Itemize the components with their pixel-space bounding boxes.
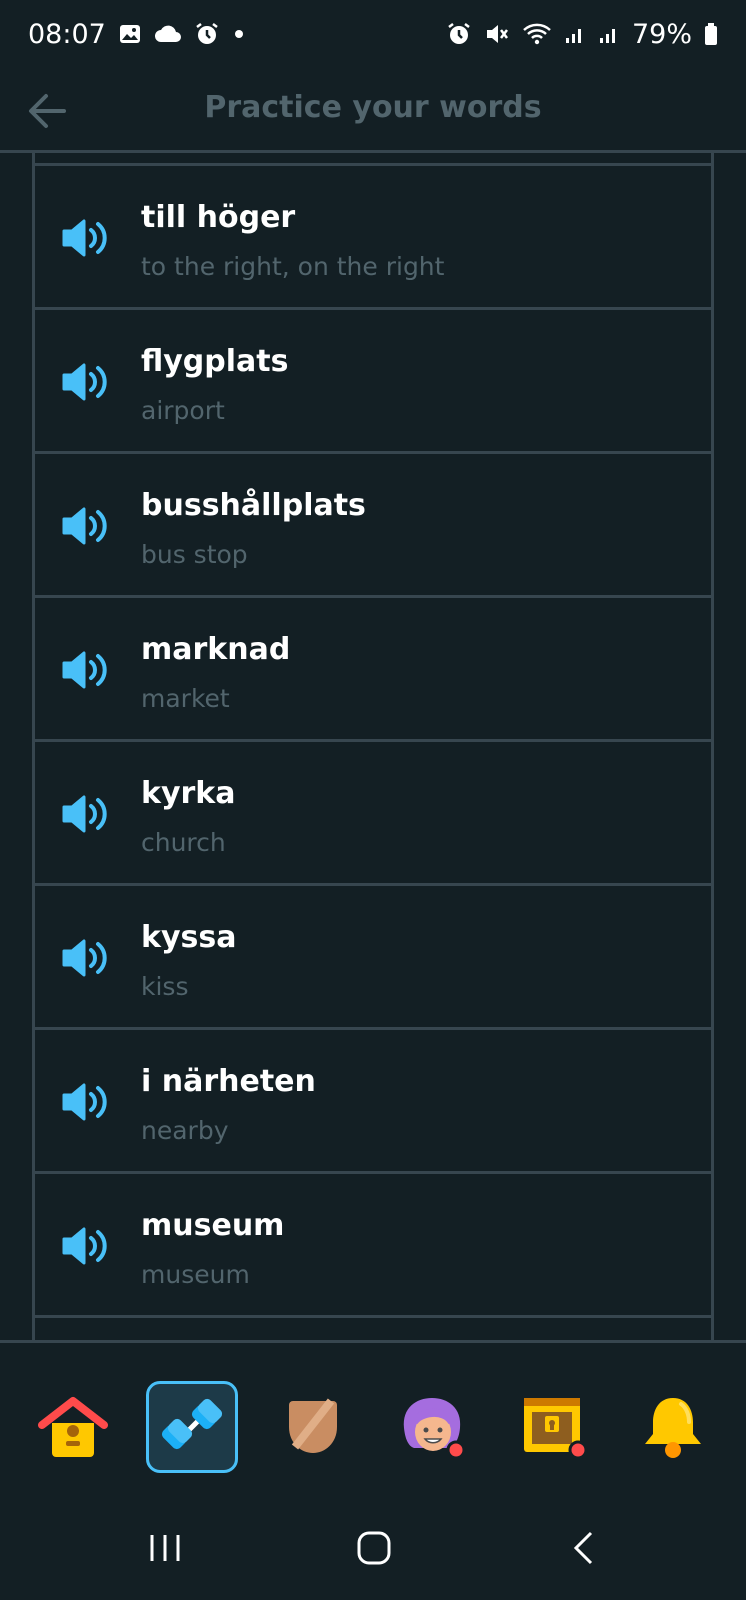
status-right: 79% [446,19,718,50]
speaker-icon[interactable] [62,362,110,402]
nav-practice[interactable] [146,1381,238,1473]
word-text: kyssa [141,920,237,955]
practice-dumbbell-icon [161,1398,223,1450]
word-translation: bus stop [141,540,248,569]
word-text: busshållplats [141,488,366,523]
home-button[interactable] [344,1523,404,1573]
word-text: i närheten [141,1064,316,1099]
gallery-icon [118,22,142,46]
speaker-icon[interactable] [62,938,110,978]
alarm-icon [446,21,472,47]
speaker-icon[interactable] [62,1082,110,1122]
treasure-chest-icon [524,1398,588,1460]
word-row[interactable]: till höger to the right, on the right [35,166,711,310]
chevron-left-icon [573,1531,593,1565]
signal-icon [564,23,586,45]
recent-apps-button[interactable] [135,1523,195,1573]
speaker-icon[interactable] [62,1226,110,1266]
dot-icon [232,27,246,41]
nav-quests[interactable] [507,1381,599,1473]
word-translation: church [141,828,226,857]
status-time: 08:07 [28,18,106,50]
word-text: marknad [141,632,291,667]
alarm-icon [194,21,220,47]
word-text: kyrka [141,776,236,811]
nav-league[interactable] [267,1381,359,1473]
speaker-icon[interactable] [62,650,110,690]
word-row[interactable]: busshållplats bus stop [35,454,711,598]
nav-home[interactable] [27,1381,119,1473]
nav-profile[interactable] [387,1381,479,1473]
word-text: flygplats [141,344,289,379]
word-row[interactable]: kyrka church [35,742,711,886]
profile-avatar-icon [403,1398,466,1460]
status-left: 08:07 [28,19,246,50]
battery-percent: 79% [631,18,692,50]
word-text: museum [141,1208,285,1243]
word-translation: market [141,684,230,713]
bottom-nav [0,1343,746,1493]
speaker-icon[interactable] [62,794,110,834]
home-circle-icon [357,1531,391,1565]
page-title: Practice your words [204,90,542,125]
status-bar: 08:07 79% [0,0,746,68]
system-nav-bar [0,1493,746,1600]
word-row[interactable]: marknad market [35,598,711,742]
word-translation: kiss [141,972,189,1001]
word-row[interactable]: flygplats airport [35,310,711,454]
header: Practice your words [0,68,746,153]
word-row[interactable]: museum museum [35,1174,711,1318]
bell-icon [645,1398,701,1458]
word-translation: to the right, on the right [141,252,445,281]
speaker-icon[interactable] [62,218,110,258]
word-list[interactable]: till höger to the right, on the right fl… [32,153,714,1343]
nav-notifications[interactable] [627,1381,719,1473]
league-shield-icon [289,1398,337,1453]
signal-icon [598,23,620,45]
battery-icon [704,22,718,46]
word-translation: museum [141,1260,250,1289]
word-translation: nearby [141,1116,229,1145]
word-row[interactable]: i närheten nearby [35,1030,711,1174]
mute-icon [484,21,510,47]
recent-apps-icon [150,1535,180,1561]
system-back-button[interactable] [553,1523,613,1573]
home-icon [38,1397,108,1457]
word-text: till höger [141,200,296,235]
cloud-icon [154,24,182,44]
word-translation: airport [141,396,225,425]
speaker-icon[interactable] [62,506,110,546]
wifi-icon [522,22,552,46]
word-row[interactable]: kyssa kiss [35,886,711,1030]
